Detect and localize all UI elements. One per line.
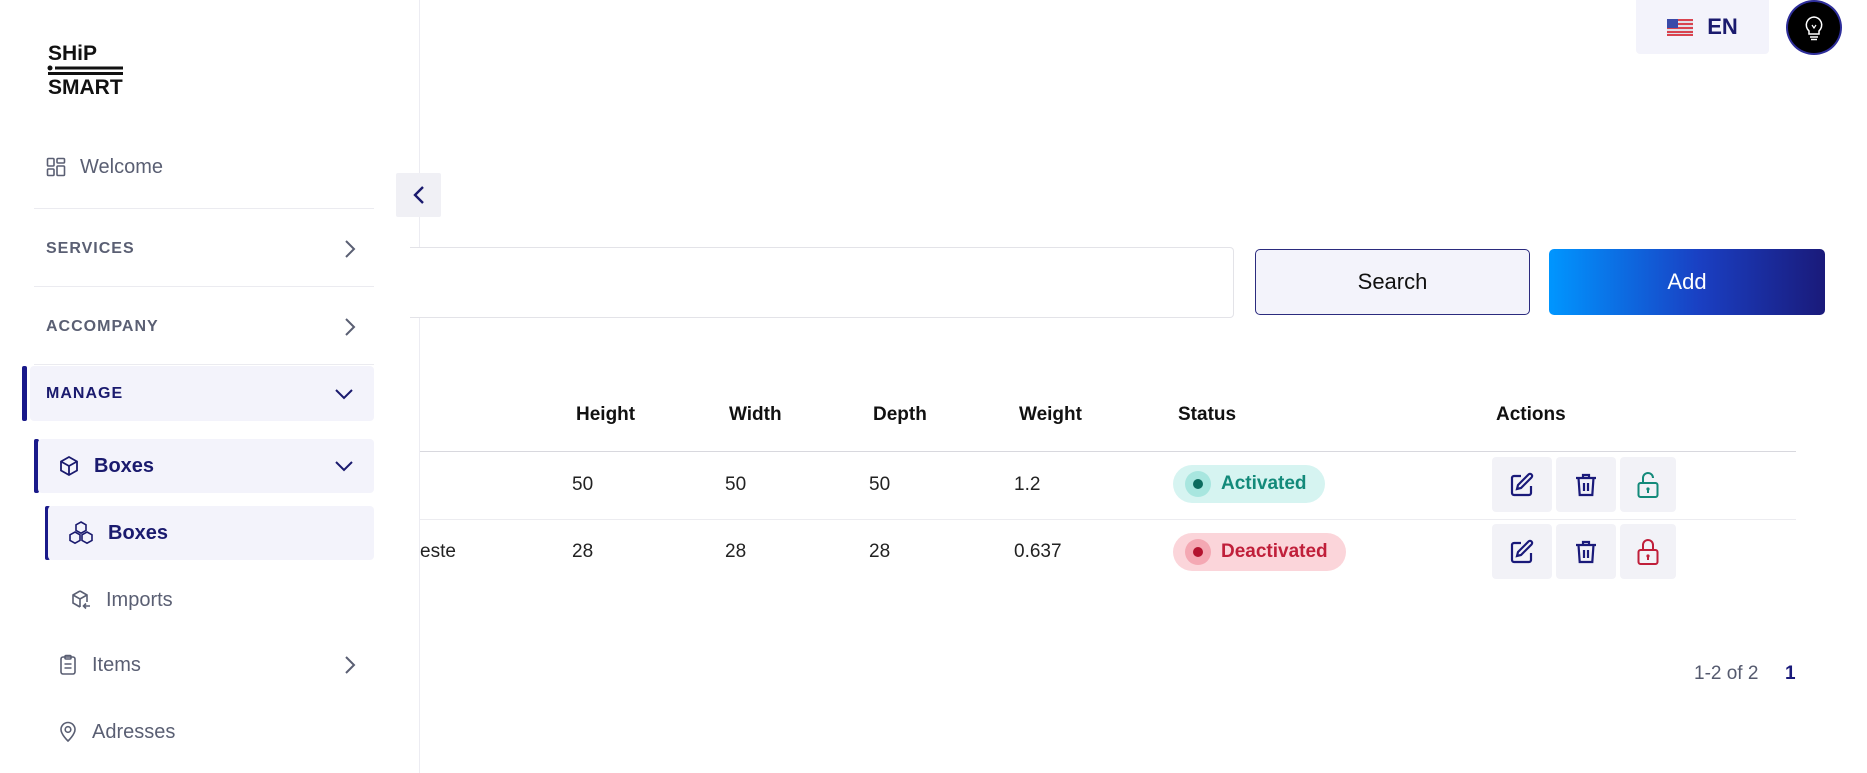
- section-label: MANAGE: [46, 384, 124, 402]
- dashboard-icon: [46, 157, 66, 177]
- cell-weight: 0.637: [1014, 541, 1062, 562]
- active-indicator: [22, 366, 27, 421]
- add-button[interactable]: Add: [1549, 249, 1825, 315]
- trash-icon: [1576, 473, 1596, 496]
- edit-button[interactable]: [1492, 457, 1552, 512]
- cell-weight: 1.2: [1014, 474, 1041, 495]
- items-title: Items: [58, 654, 141, 677]
- delete-button[interactable]: [1556, 457, 1616, 512]
- svg-text:SMART: SMART: [48, 76, 123, 96]
- toggle-lock-button[interactable]: [1620, 457, 1676, 512]
- sidebar-item-label: Adresses: [92, 720, 176, 743]
- edit-button[interactable]: [1492, 524, 1552, 579]
- cell-name: este: [420, 541, 456, 562]
- box-icon: [60, 455, 78, 477]
- section-label: ACCOMPANY: [46, 318, 159, 335]
- edit-icon: [1510, 472, 1534, 496]
- section-label: SERVICES: [46, 240, 135, 257]
- status-label: Deactivated: [1221, 541, 1328, 562]
- status-badge: Deactivated: [1173, 533, 1346, 571]
- cell-width: 28: [725, 541, 747, 562]
- cell-height: 50: [572, 474, 594, 495]
- boxes-stack-icon: [69, 521, 93, 545]
- sidebar-item-label: Imports: [106, 588, 173, 611]
- chevron-right-icon: [345, 656, 356, 674]
- sidebar-section-services[interactable]: SERVICES: [46, 232, 356, 266]
- sidebar-item-items[interactable]: Items: [58, 648, 356, 682]
- toggle-lock-button[interactable]: [1620, 524, 1676, 579]
- sidebar-item-boxes-group[interactable]: Boxes: [38, 439, 374, 493]
- avatar[interactable]: [1786, 0, 1842, 55]
- sidebar-item-welcome[interactable]: Welcome: [46, 150, 163, 184]
- divider: [34, 364, 374, 365]
- chevron-right-icon: [345, 318, 356, 336]
- trash-icon: [1576, 540, 1596, 563]
- language-selector[interactable]: EN: [1636, 0, 1769, 54]
- svg-text:SHiP: SHiP: [48, 42, 97, 65]
- divider: [34, 208, 374, 209]
- cell-height: 28: [572, 541, 594, 562]
- search-input[interactable]: [410, 247, 1234, 318]
- clipboard-icon: [60, 654, 76, 675]
- sidebar-section-accompany[interactable]: ACCOMPANY: [46, 310, 356, 344]
- divider: [34, 286, 374, 287]
- column-header-weight[interactable]: Weight: [1019, 404, 1082, 426]
- lightbulb-icon: [1805, 15, 1823, 40]
- box-import-icon: [72, 590, 90, 610]
- table-header-divider: [420, 451, 1796, 452]
- location-pin-icon: [60, 721, 76, 743]
- edit-icon: [1510, 539, 1534, 563]
- sidebar-section-manage[interactable]: MANAGE: [30, 366, 374, 421]
- search-button[interactable]: Search: [1255, 249, 1530, 315]
- chevron-left-icon: [412, 186, 424, 204]
- sidebar-item-label: Boxes: [108, 521, 169, 544]
- sidebar-item-imports[interactable]: Imports: [70, 583, 173, 617]
- column-header-width[interactable]: Width: [729, 404, 782, 426]
- column-header-depth[interactable]: Depth: [873, 404, 927, 426]
- chevron-down-icon: [335, 388, 353, 399]
- sidebar-item-adresses[interactable]: Adresses: [58, 715, 175, 749]
- collapse-sidebar-button[interactable]: [396, 173, 441, 217]
- chevron-right-icon: [345, 240, 356, 258]
- status-dot-icon: [1185, 471, 1211, 497]
- sidebar-item-boxes[interactable]: Boxes: [48, 506, 374, 560]
- lock-icon: [1637, 538, 1659, 565]
- column-header-actions: Actions: [1496, 404, 1566, 425]
- column-header-height[interactable]: Height: [576, 404, 635, 426]
- boxes-group-title: Boxes: [58, 455, 154, 478]
- cell-depth: 28: [869, 541, 891, 562]
- chevron-down-icon: [335, 461, 353, 472]
- delete-button[interactable]: [1556, 524, 1616, 579]
- pagination-range: 1-2 of 2: [1694, 663, 1759, 684]
- status-badge: Activated: [1173, 465, 1325, 503]
- status-label: Activated: [1221, 473, 1307, 494]
- us-flag-icon: [1667, 18, 1694, 36]
- shipsmart-logo[interactable]: SHiP SMART: [46, 38, 126, 99]
- sidebar: SHiP SMART Welcome SERVICES ACCOMPANY MA…: [0, 0, 420, 773]
- status-dot-icon: [1185, 539, 1211, 565]
- pagination-page-1[interactable]: 1: [1785, 663, 1796, 685]
- language-label: EN: [1707, 14, 1738, 39]
- column-header-status[interactable]: Status: [1178, 404, 1236, 426]
- cell-width: 50: [725, 474, 747, 495]
- unlock-icon: [1637, 471, 1659, 498]
- sidebar-item-label: Items: [92, 653, 141, 676]
- sidebar-item-label: Boxes: [94, 454, 155, 477]
- cell-depth: 50: [869, 474, 891, 495]
- sidebar-item-label: Welcome: [80, 155, 163, 178]
- row-divider: [420, 519, 1796, 520]
